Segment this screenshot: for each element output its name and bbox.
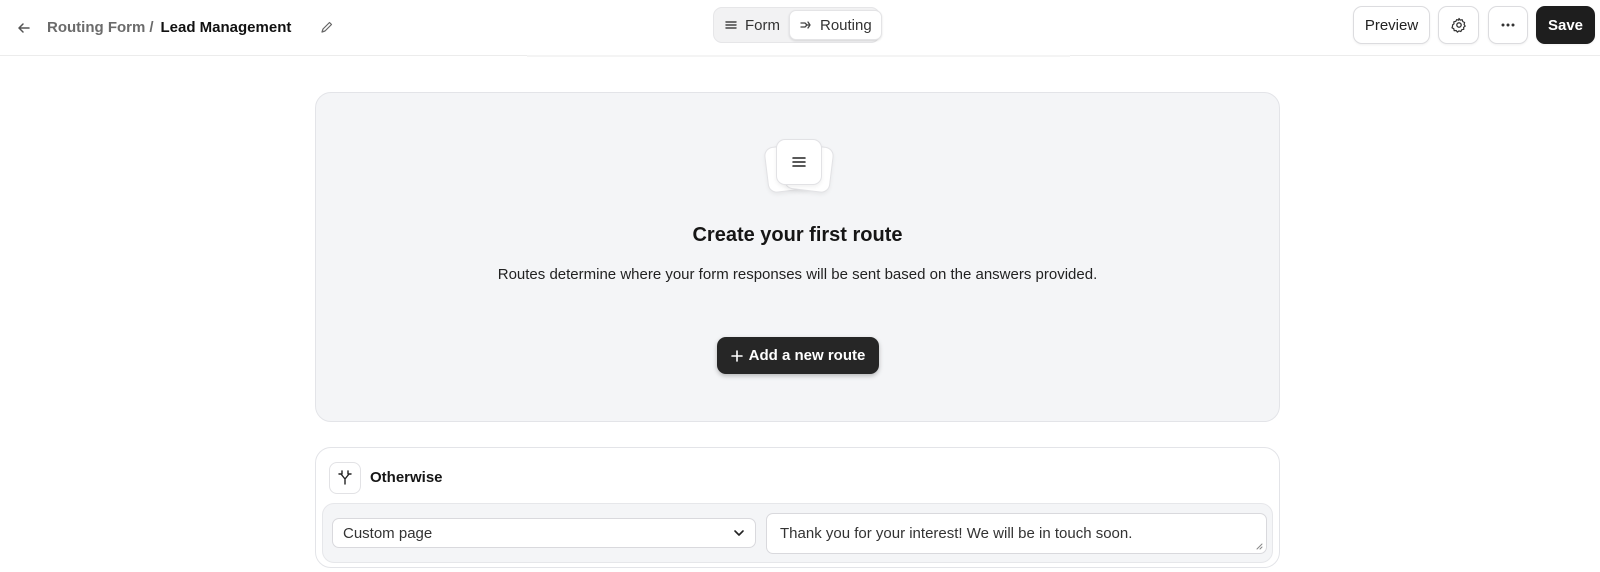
page-title: Lead Management: [160, 18, 292, 36]
preview-button[interactable]: Preview: [1353, 6, 1430, 44]
fallback-action-value: Custom page: [343, 524, 433, 542]
fallback-message-text: Thank you for your interest! We will be …: [780, 525, 1133, 542]
empty-state-description: Routes determine where your form respons…: [497, 266, 1098, 283]
back-button[interactable]: [10, 14, 38, 42]
fallback-message-textarea[interactable]: Thank you for your interest! We will be …: [766, 513, 1267, 554]
save-button[interactable]: Save: [1536, 6, 1595, 44]
tab-form[interactable]: Form: [716, 10, 789, 40]
resize-handle-icon[interactable]: [1255, 542, 1263, 550]
routes-illustration: [760, 139, 840, 195]
illustration-card-front: [776, 139, 822, 185]
pencil-icon: [321, 21, 333, 33]
otherwise-card: Otherwise Custom page Thank you for your…: [315, 447, 1280, 568]
breadcrumb-parent[interactable]: Routing Form: [47, 19, 145, 36]
breadcrumb: Routing Form / Lead Management: [47, 16, 291, 38]
add-route-label: Add a new route: [748, 347, 866, 364]
add-route-button[interactable]: Add a new route: [717, 337, 879, 374]
fallback-action-select[interactable]: Custom page: [332, 518, 756, 548]
tab-divider: [527, 55, 1070, 57]
arrow-left-icon: [18, 23, 30, 33]
list-icon: [725, 21, 737, 29]
routing-icon: [800, 20, 811, 29]
split-route-icon: [329, 462, 361, 494]
tab-routing[interactable]: Routing: [789, 10, 882, 40]
chevron-down-icon: [734, 530, 744, 536]
top-bar: Routing Form / Lead Management Form Rout…: [0, 0, 1600, 57]
plus-icon: [730, 349, 743, 362]
otherwise-settings: Custom page Thank you for your interest!…: [322, 503, 1273, 563]
tab-form-label: Form: [745, 16, 780, 34]
empty-routes-card: Create your first route Routes determine…: [315, 92, 1280, 422]
otherwise-label: Otherwise: [370, 469, 443, 486]
settings-button[interactable]: [1438, 6, 1479, 44]
view-tabs: Form Routing: [713, 7, 882, 43]
edit-title-button[interactable]: [314, 14, 340, 40]
more-horizontal-icon: [1501, 23, 1515, 27]
gear-icon: [1450, 17, 1466, 33]
tab-routing-label: Routing: [820, 16, 872, 34]
list-icon: [792, 157, 806, 167]
more-options-button[interactable]: [1488, 6, 1528, 44]
empty-state-title: Create your first route: [692, 224, 903, 246]
breadcrumb-separator: /: [149, 18, 154, 36]
